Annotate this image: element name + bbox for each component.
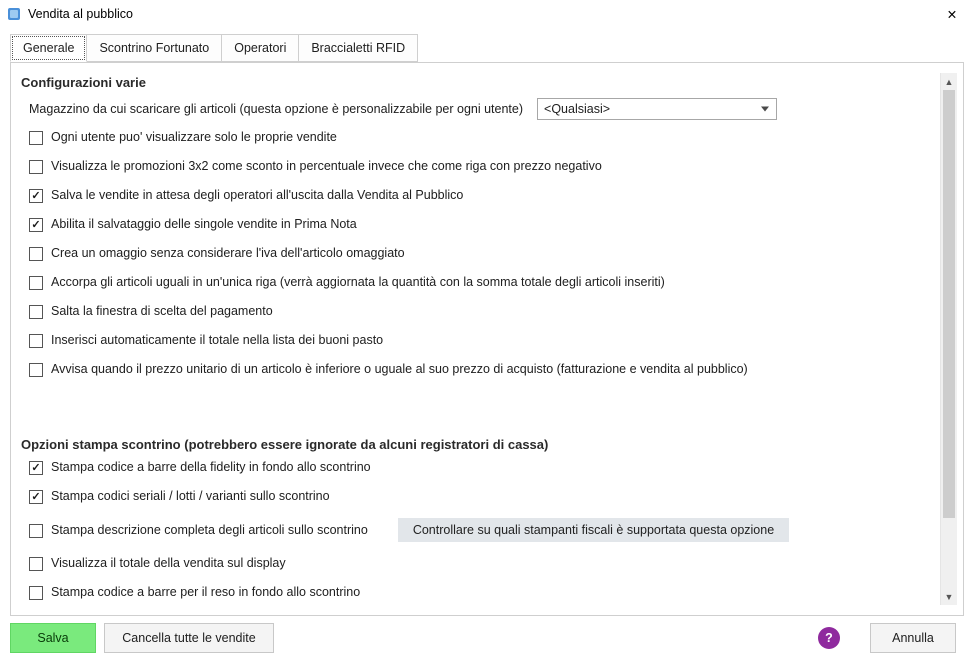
close-button[interactable]: ✕ — [930, 0, 974, 28]
chk-inserisci-auto-label: Inserisci automaticamente il totale nell… — [51, 333, 383, 347]
chk-stampa-barre-fidelity-label: Stampa codice a barre della fidelity in … — [51, 460, 371, 474]
cancella-vendite-button[interactable]: Cancella tutte le vendite — [104, 623, 274, 653]
chk-avvisa[interactable] — [29, 363, 43, 377]
content-area: Generale Scontrino Fortunato Operatori B… — [0, 28, 974, 616]
chk-stampa-seriali[interactable] — [29, 490, 43, 504]
vertical-scrollbar[interactable]: ▲ ▼ — [940, 73, 957, 605]
chk-ogni-utente-label: Ogni utente puo' visualizzare solo le pr… — [51, 130, 337, 144]
help-glyph: ? — [825, 631, 833, 645]
chk-ogni-utente[interactable] — [29, 131, 43, 145]
help-icon[interactable]: ? — [818, 627, 840, 649]
chk-crea-omaggio[interactable] — [29, 247, 43, 261]
chk-salta-finestra[interactable] — [29, 305, 43, 319]
chk-visualizza-promo[interactable] — [29, 160, 43, 174]
tab-operatori-label: Operatori — [234, 41, 286, 55]
chk-abilita-prima-nota[interactable] — [29, 218, 43, 232]
chk-avvisa-label: Avvisa quando il prezzo unitario di un a… — [51, 362, 748, 376]
chk-accorpa-label: Accorpa gli articoli uguali in un'unica … — [51, 275, 665, 289]
chk-stampa-barre-reso-label: Stampa codice a barre per il reso in fon… — [51, 585, 360, 599]
tabstrip: Generale Scontrino Fortunato Operatori B… — [10, 34, 964, 62]
scroll-track[interactable] — [941, 90, 957, 588]
titlebar: Vendita al pubblico ✕ — [0, 0, 974, 28]
save-button-label: Salva — [37, 631, 68, 645]
bottom-bar: Salva Cancella tutte le vendite ? Annull… — [0, 616, 974, 660]
scroll-down-icon[interactable]: ▼ — [941, 588, 957, 605]
chk-inserisci-auto[interactable] — [29, 334, 43, 348]
close-icon: ✕ — [947, 7, 957, 22]
tab-generale-label: Generale — [23, 41, 74, 55]
chk-stampa-barre-fidelity[interactable] — [29, 461, 43, 475]
group-stampa-title: Opzioni stampa scontrino (potrebbero ess… — [21, 437, 934, 452]
cancella-button-label: Cancella tutte le vendite — [122, 631, 255, 645]
chk-crea-omaggio-label: Crea un omaggio senza considerare l'iva … — [51, 246, 405, 260]
scroll-thumb[interactable] — [943, 90, 955, 518]
tab-braccialetti[interactable]: Braccialetti RFID — [299, 34, 418, 62]
chk-stampa-barre-reso[interactable] — [29, 586, 43, 600]
chk-stampa-descr[interactable] — [29, 524, 43, 538]
chk-abilita-prima-nota-label: Abilita il salvataggio delle singole ven… — [51, 217, 357, 231]
tab-panel: Configurazioni varie Magazzino da cui sc… — [10, 62, 964, 616]
chk-stampa-seriali-label: Stampa codici seriali / lotti / varianti… — [51, 489, 330, 503]
app-icon — [6, 6, 22, 22]
annulla-button[interactable]: Annulla — [870, 623, 956, 653]
chk-stampa-descr-label: Stampa descrizione completa degli artico… — [51, 523, 368, 537]
annulla-button-label: Annulla — [892, 631, 934, 645]
chk-visualizza-totale[interactable] — [29, 557, 43, 571]
save-button[interactable]: Salva — [10, 623, 96, 653]
chk-salva-vendite-label: Salva le vendite in attesa degli operato… — [51, 188, 463, 202]
chk-salta-finestra-label: Salta la finestra di scelta del pagament… — [51, 304, 273, 318]
chk-visualizza-promo-label: Visualizza le promozioni 3x2 come sconto… — [51, 159, 602, 173]
tab-operatori[interactable]: Operatori — [222, 34, 299, 62]
panel-scroll: Configurazioni varie Magazzino da cui sc… — [21, 73, 940, 605]
chk-accorpa[interactable] — [29, 276, 43, 290]
tab-scontrino-fortunato[interactable]: Scontrino Fortunato — [87, 34, 222, 62]
chk-salva-vendite[interactable] — [29, 189, 43, 203]
magazzino-label: Magazzino da cui scaricare gli articoli … — [29, 102, 523, 116]
hint-controllare[interactable]: Controllare su quali stampanti fiscali è… — [398, 518, 789, 542]
window-title: Vendita al pubblico — [28, 7, 930, 21]
magazzino-select-value: <Qualsiasi> — [544, 102, 610, 116]
tab-scontrino-label: Scontrino Fortunato — [99, 41, 209, 55]
magazzino-select[interactable]: <Qualsiasi> — [537, 98, 777, 120]
scroll-up-icon[interactable]: ▲ — [941, 73, 957, 90]
chk-visualizza-totale-label: Visualizza il totale della vendita sul d… — [51, 556, 286, 570]
tab-braccialetti-label: Braccialetti RFID — [311, 41, 405, 55]
tab-generale[interactable]: Generale — [10, 34, 87, 62]
group-configurazioni-title: Configurazioni varie — [21, 75, 934, 90]
